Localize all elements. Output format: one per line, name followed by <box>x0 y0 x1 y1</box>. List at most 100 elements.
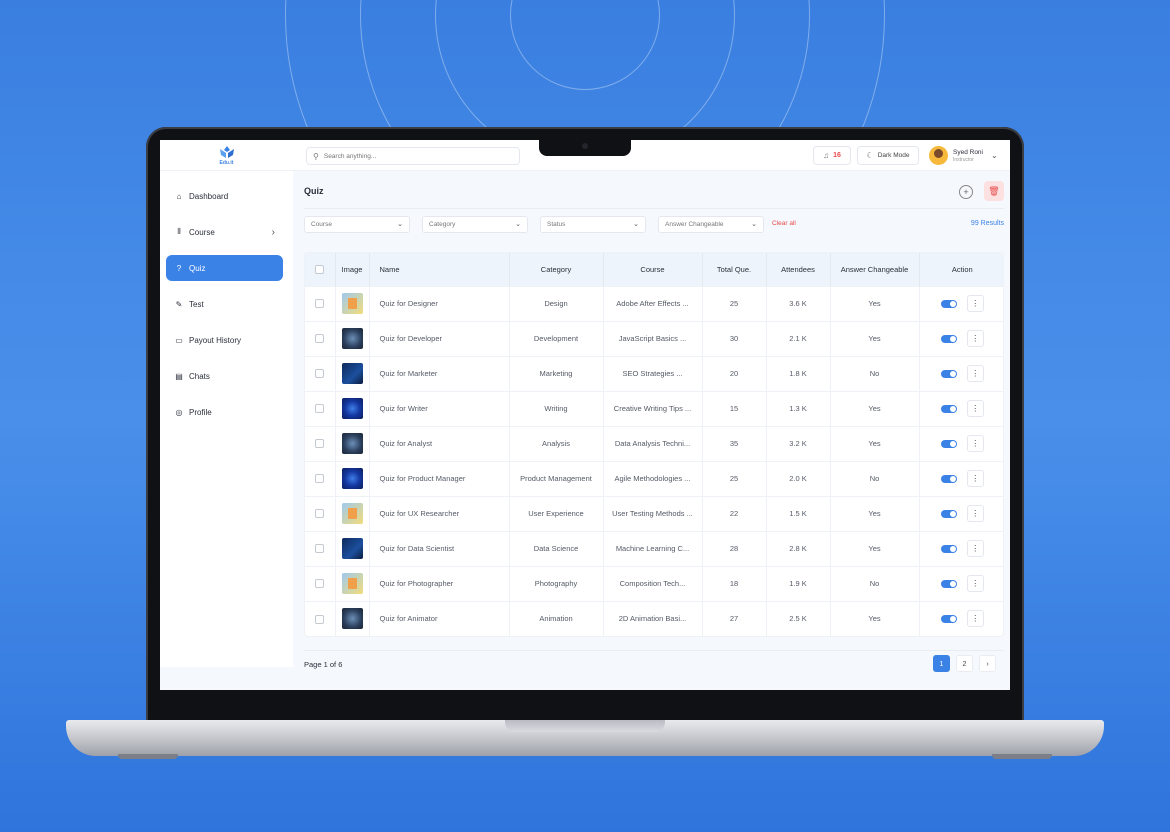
user-menu[interactable]: Syed Roni Instructor ⌄ <box>929 145 998 166</box>
quiz-category: Data Science <box>509 530 604 566</box>
column-header-course[interactable]: Course <box>603 253 703 286</box>
more-options-button[interactable]: ⋮ <box>966 400 984 417</box>
quiz-name[interactable]: Quiz for Marketer <box>369 355 510 391</box>
more-options-button[interactable]: ⋮ <box>966 435 984 452</box>
action-cell: ⋮ <box>919 530 1003 566</box>
table-row[interactable]: Quiz for Photographer Photography Composit… <box>305 565 1003 601</box>
search-box[interactable]: ⚲ <box>306 147 520 165</box>
delete-button[interactable]: 🗑 <box>984 181 1004 201</box>
next-page-button[interactable]: › <box>979 655 996 672</box>
row-checkbox[interactable] <box>315 334 325 344</box>
column-header-category[interactable]: Category <box>509 253 604 286</box>
quiz-name[interactable]: Quiz for UX Researcher <box>369 495 510 531</box>
sidebar-item-quiz[interactable]: ? Quiz <box>166 255 283 281</box>
status-toggle[interactable] <box>940 614 957 623</box>
sidebar-item-label: Dashboard <box>189 191 229 201</box>
column-header-attendees[interactable]: Attendees <box>766 253 831 286</box>
divider <box>304 208 1004 209</box>
row-checkbox[interactable] <box>315 439 325 449</box>
table-row[interactable]: Quiz for Developer Development JavaScript … <box>305 320 1003 356</box>
status-toggle[interactable] <box>940 579 957 588</box>
quiz-name[interactable]: Quiz for Designer <box>369 285 510 321</box>
image-cell <box>335 285 370 321</box>
answer-changeable-filter[interactable]: Answer Changeable ⌄ <box>658 216 764 233</box>
status-toggle[interactable] <box>940 544 957 553</box>
more-options-button[interactable]: ⋮ <box>966 610 984 628</box>
more-options-button[interactable]: ⋮ <box>966 470 984 487</box>
sidebar-nav: ⌂ Dashboard ⫴ Course › ? Quiz ✎ Test ▭ P… <box>160 171 293 425</box>
table-row[interactable]: Quiz for Analyst Analysis Data Analysis Te… <box>305 425 1003 461</box>
quiz-thumbnail <box>341 538 363 559</box>
row-checkbox[interactable] <box>315 509 325 519</box>
status-toggle[interactable] <box>940 509 957 518</box>
status-toggle[interactable] <box>940 299 957 308</box>
table-row[interactable]: Quiz for Product Manager Product Manageme… <box>305 460 1003 496</box>
table-row[interactable]: Quiz for Writer Writing Creative Writing T… <box>305 390 1003 426</box>
table-row[interactable]: Quiz for UX Researcher User Experience Use… <box>305 495 1003 531</box>
quiz-name[interactable]: Quiz for Developer <box>369 320 510 356</box>
row-select-cell <box>305 495 336 531</box>
category-filter[interactable]: Category ⌄ <box>422 216 528 233</box>
table-row[interactable]: Quiz for Marketer Marketing SEO Strategies… <box>305 355 1003 391</box>
status-toggle[interactable] <box>940 439 957 448</box>
table-row[interactable]: Quiz for Designer Design Adobe After Effec… <box>305 285 1003 321</box>
page-button-1[interactable]: 1 <box>933 655 950 672</box>
quiz-name[interactable]: Quiz for Photographer <box>369 565 510 601</box>
quiz-name[interactable]: Quiz for Writer <box>369 390 510 426</box>
search-input[interactable] <box>323 152 504 160</box>
moon-icon: ☾ <box>866 151 874 160</box>
status-toggle[interactable] <box>940 474 957 483</box>
table-row[interactable]: Quiz for Data Scientist Data Science Machi… <box>305 530 1003 566</box>
notification-button[interactable]: ♫ 16 <box>813 146 851 165</box>
bell-icon: ♫ <box>823 151 830 160</box>
page-button-2[interactable]: 2 <box>956 655 973 672</box>
row-checkbox[interactable] <box>315 369 325 379</box>
row-checkbox[interactable] <box>315 544 325 554</box>
column-header-answer-changeable[interactable]: Answer Changeable <box>830 253 920 286</box>
add-quiz-button[interactable]: + <box>959 185 973 199</box>
sidebar-item-test[interactable]: ✎ Test <box>166 291 283 317</box>
table-row[interactable]: Quiz for Animator Animation 2D Animation B… <box>305 600 1003 636</box>
image-cell <box>335 390 370 426</box>
more-options-button[interactable]: ⋮ <box>966 295 984 312</box>
sidebar-item-profile[interactable]: ◎ Profile <box>166 399 283 425</box>
status-toggle[interactable] <box>940 334 957 343</box>
more-options-button[interactable]: ⋮ <box>966 505 984 522</box>
course-filter[interactable]: Course ⌄ <box>304 216 410 233</box>
dark-mode-toggle[interactable]: ☾ Dark Mode <box>857 146 919 165</box>
chevron-right-icon: › <box>271 226 275 238</box>
row-checkbox[interactable] <box>315 614 325 624</box>
row-checkbox[interactable] <box>315 474 325 484</box>
select-all-checkbox[interactable] <box>315 265 325 274</box>
column-header-name[interactable]: Name <box>369 253 510 286</box>
sidebar-item-dashboard[interactable]: ⌂ Dashboard <box>166 183 283 209</box>
row-checkbox[interactable] <box>315 299 325 309</box>
quiz-answer-changeable: Yes <box>830 530 920 566</box>
row-checkbox[interactable] <box>315 579 325 589</box>
quiz-course: Adobe After Effects ... <box>603 285 703 321</box>
quiz-name[interactable]: Quiz for Data Scientist <box>369 530 510 566</box>
sidebar-item-payout-history[interactable]: ▭ Payout History <box>166 327 283 353</box>
sidebar-item-chats[interactable]: ▤ Chats <box>166 363 283 389</box>
status-filter[interactable]: Status ⌄ <box>540 216 646 233</box>
sidebar-item-course[interactable]: ⫴ Course › <box>166 219 283 245</box>
more-options-button[interactable]: ⋮ <box>966 365 984 382</box>
chevron-down-icon: ⌄ <box>633 221 639 228</box>
more-options-button[interactable]: ⋮ <box>966 330 984 347</box>
quiz-name[interactable]: Quiz for Animator <box>369 600 510 636</box>
row-checkbox[interactable] <box>315 404 325 414</box>
more-options-button[interactable]: ⋮ <box>966 575 984 592</box>
app-logo[interactable]: Edu.it <box>160 140 293 171</box>
quiz-name[interactable]: Quiz for Product Manager <box>369 460 510 496</box>
column-header-total-questions[interactable]: Total Que. <box>702 253 767 286</box>
quiz-total-questions: 35 <box>702 425 767 461</box>
status-toggle[interactable] <box>940 369 957 378</box>
status-toggle[interactable] <box>940 404 957 413</box>
quiz-name[interactable]: Quiz for Analyst <box>369 425 510 461</box>
clear-all-button[interactable]: Clear all <box>772 220 796 227</box>
quiz-attendees: 2.0 K <box>766 460 831 496</box>
more-options-button[interactable]: ⋮ <box>966 540 984 557</box>
search-icon: ⚲ <box>313 151 319 161</box>
quiz-answer-changeable: No <box>830 565 920 601</box>
quiz-thumbnail <box>341 503 363 524</box>
